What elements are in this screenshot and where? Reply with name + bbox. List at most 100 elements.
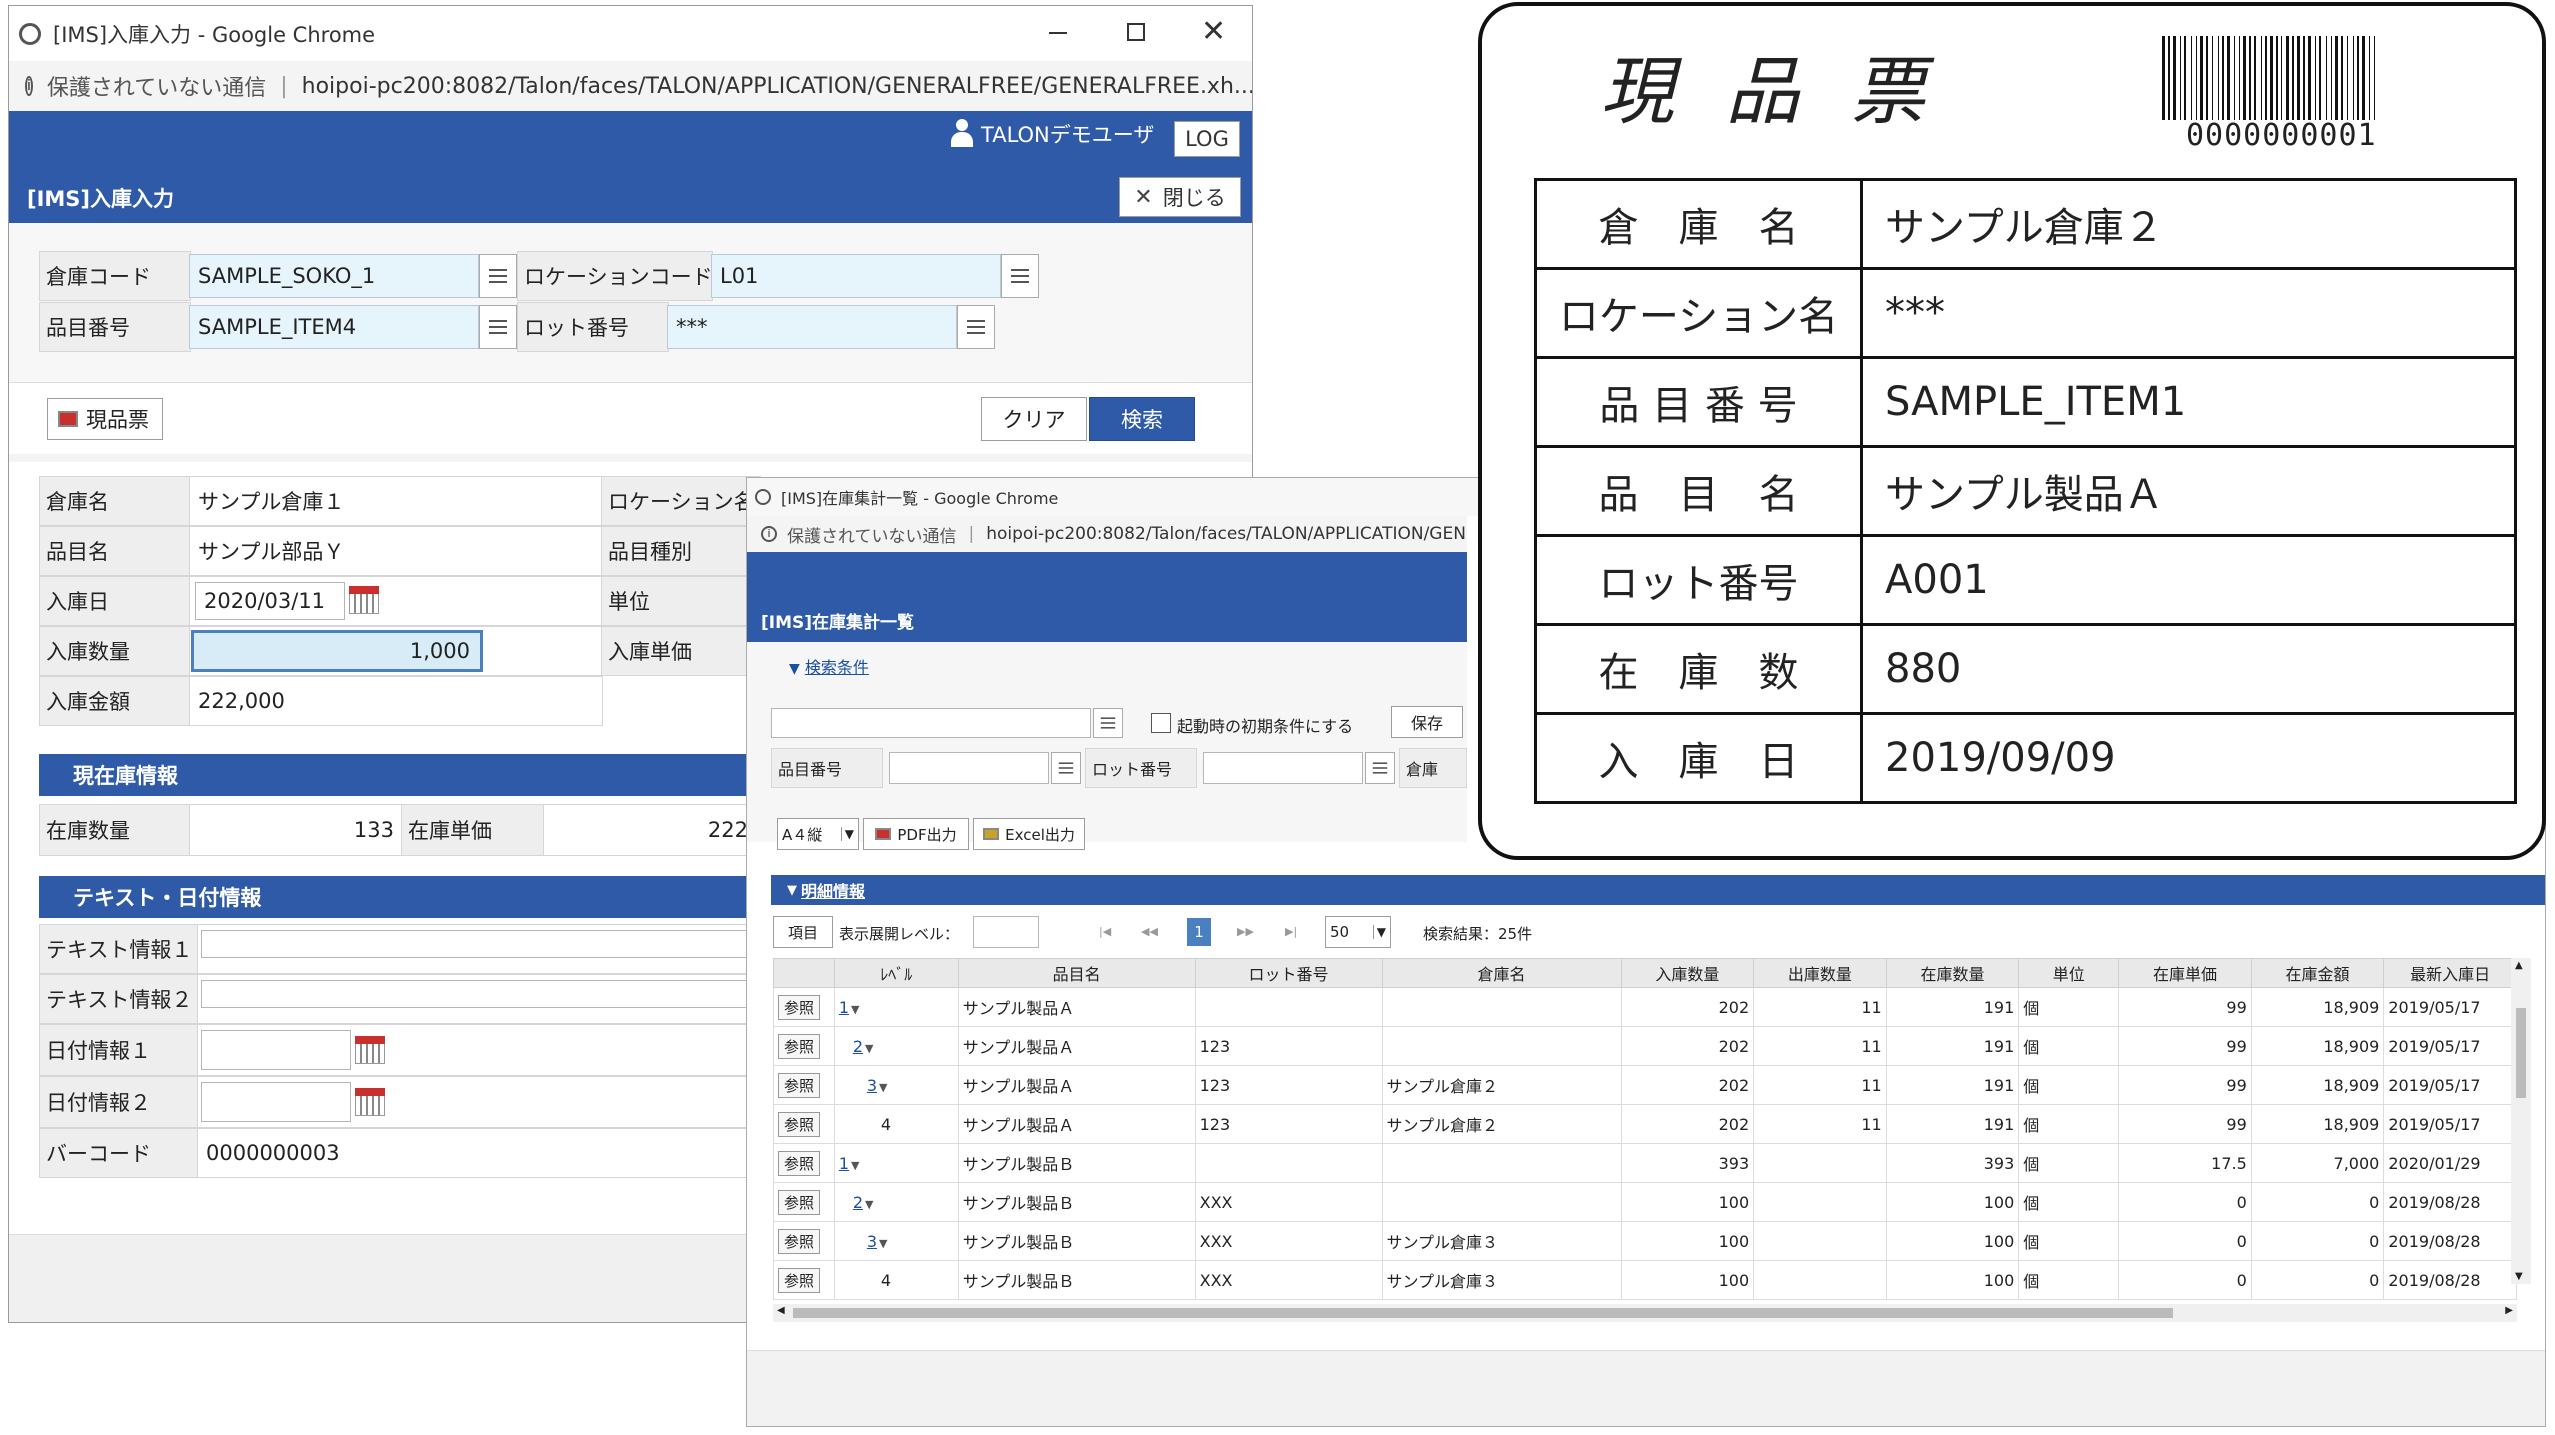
table-row[interactable]: 参照 3 ▼ サンプル製品Ａ 123 サンプル倉庫２ 202 11 191 個 99 18,909 20… — [773, 1065, 2517, 1105]
level-link[interactable]: 2 — [839, 1037, 863, 1056]
col-header[interactable]: 最新入庫日 — [2383, 958, 2517, 988]
col-header[interactable]: 単位 — [2018, 958, 2120, 988]
condition-name-input[interactable] — [771, 708, 1091, 738]
unit-cell: 個 — [2018, 1221, 2120, 1261]
scroll-up-icon[interactable]: ▲ — [2515, 960, 2523, 971]
scroll-left-icon[interactable]: ◀ — [777, 1305, 785, 1316]
search-button[interactable]: 検索 — [1089, 397, 1195, 441]
titlebar: [IMS]入庫入力 - Google Chrome ✕ — [9, 6, 1252, 61]
expand-arrow-icon[interactable]: ▼ — [879, 1081, 887, 1094]
condition-lookup-button[interactable] — [1093, 708, 1123, 738]
ref-button[interactable]: 参照 — [778, 1111, 821, 1137]
expand-arrow-icon[interactable]: ▼ — [879, 1237, 887, 1250]
lot-no-lookup-button[interactable] — [1365, 752, 1395, 784]
table-row[interactable]: 参照 2 ▼ サンプル製品Ｂ XXX 100 100 個 0 0 2019/08/28 — [773, 1182, 2517, 1222]
calendar-icon[interactable] — [355, 1088, 385, 1116]
lot-no-cell: XXX — [1194, 1221, 1383, 1261]
table-row[interactable]: 参照 4 サンプル製品Ａ 123 サンプル倉庫２ 202 11 191 個 99 18,909 201… — [773, 1104, 2517, 1144]
scroll-thumb[interactable] — [2516, 1008, 2526, 1098]
maximize-icon[interactable] — [1127, 23, 1145, 41]
list-icon — [489, 269, 507, 283]
scroll-down-icon[interactable]: ▼ — [2515, 1271, 2523, 1282]
date2-input[interactable] — [201, 1082, 351, 1122]
expand-arrow-icon[interactable]: ▼ — [865, 1042, 873, 1055]
level-link[interactable]: 1 — [839, 998, 849, 1017]
col-header[interactable]: 在庫金額 — [2250, 958, 2385, 988]
expand-arrow-icon[interactable]: ▼ — [865, 1198, 873, 1211]
address-bar[interactable]: i 保護されていない通信 | hoipoi-pc200:8082/Talon/f… — [747, 516, 1467, 553]
detail-section-header[interactable]: ▼ 明細情報 — [771, 875, 2545, 905]
address-bar[interactable]: i 保護されていない通信 | hoipoi-pc200:8082/Talon/f… — [9, 61, 1252, 112]
col-header[interactable]: 倉庫名 — [1381, 958, 1622, 988]
excel-output-button[interactable]: Excel出力 — [973, 818, 1085, 850]
col-header[interactable]: 在庫数量 — [1885, 958, 2020, 988]
ref-button[interactable]: 参照 — [778, 1072, 821, 1098]
table-row[interactable]: 参照 1 ▼ サンプル製品Ｂ 393 393 個 17.5 7,000 2020/01/29 — [773, 1143, 2517, 1183]
level-link[interactable]: 2 — [839, 1193, 863, 1212]
expand-arrow-icon[interactable]: ▼ — [851, 1003, 859, 1016]
date1-input[interactable] — [201, 1030, 351, 1070]
table-row[interactable]: 参照 1 ▼ サンプル製品Ａ 202 11 191 個 99 18,909 2019/05/17 — [773, 987, 2517, 1027]
lot-no-lookup-button[interactable] — [957, 305, 995, 349]
startup-checkbox[interactable] — [1151, 713, 1171, 733]
pager-last-button[interactable]: ▶| — [1285, 925, 1297, 938]
items-button[interactable]: 項目 — [773, 916, 833, 948]
col-header[interactable]: 品目名 — [957, 958, 1196, 988]
log-button[interactable]: LOG — [1174, 121, 1240, 157]
item-no-input[interactable] — [889, 752, 1049, 784]
ref-button[interactable]: 参照 — [778, 1150, 821, 1176]
pdf-output-button[interactable]: PDF出力 — [863, 818, 969, 850]
ref-button[interactable]: 参照 — [778, 994, 821, 1020]
col-header[interactable]: 入庫数量 — [1620, 958, 1755, 988]
calendar-icon[interactable] — [355, 1036, 385, 1064]
location-code-input[interactable]: L01 — [711, 254, 1001, 298]
calendar-icon[interactable] — [349, 586, 379, 614]
page-size-select[interactable]: 50 ▼ — [1325, 916, 1391, 948]
ref-button[interactable]: 参照 — [778, 1033, 821, 1059]
save-button[interactable]: 保存 — [1391, 706, 1463, 738]
ref-button[interactable]: 参照 — [778, 1267, 821, 1293]
ref-button[interactable]: 参照 — [778, 1228, 821, 1254]
barcode-bar — [2270, 36, 2273, 120]
close-window-icon[interactable]: ✕ — [1201, 14, 1226, 49]
lot-no-input[interactable] — [1203, 752, 1363, 784]
expand-level-input[interactable] — [973, 916, 1039, 948]
table-row[interactable]: 参照 2 ▼ サンプル製品Ａ 123 202 11 191 個 99 18,909 2019/05/1… — [773, 1026, 2517, 1066]
search-cond-toggle[interactable]: ▼ 検索条件 — [789, 654, 869, 678]
lot-no-cell: 123 — [1194, 1026, 1383, 1066]
item-no-lookup-button[interactable] — [479, 305, 517, 349]
clear-button[interactable]: クリア — [981, 397, 1087, 441]
item-no-lookup-button[interactable] — [1051, 752, 1081, 784]
ref-button[interactable]: 参照 — [778, 1189, 821, 1215]
scroll-right-icon[interactable]: ▶ — [2505, 1305, 2513, 1316]
level-link[interactable]: 3 — [839, 1076, 877, 1095]
col-header[interactable]: 在庫単価 — [2118, 958, 2252, 988]
expand-arrow-icon[interactable]: ▼ — [851, 1159, 859, 1172]
level-link[interactable]: 1 — [839, 1154, 849, 1173]
lot-no-input[interactable]: *** — [667, 305, 957, 349]
table-row[interactable]: 参照 4 サンプル製品Ｂ XXX サンプル倉庫３ 100 100 個 0 0 2019/08/28 — [773, 1260, 2517, 1300]
table-row[interactable]: 参照 3 ▼ サンプル製品Ｂ XXX サンプル倉庫３ 100 100 個 0 0 2019/08/28 — [773, 1221, 2517, 1261]
paper-size-select[interactable]: A４縦 ▼ — [777, 818, 859, 850]
warehouse-code-lookup-button[interactable] — [479, 254, 517, 298]
slip-button[interactable]: 現品票 — [47, 398, 163, 440]
location-code-lookup-button[interactable] — [1001, 254, 1039, 298]
pager-next-button[interactable]: ▶▶ — [1237, 925, 1254, 938]
level-link[interactable]: 3 — [839, 1232, 877, 1251]
vertical-scrollbar[interactable]: ▲ ▼ — [2511, 958, 2531, 1284]
pager-current-page[interactable]: 1 — [1187, 918, 1211, 946]
slip-table-body: 倉 庫 名サンプル倉庫２ ロケーション名 *** 品 目 番 号 SAMPLE_ITEM… — [1534, 178, 2517, 804]
item-no-input[interactable]: SAMPLE_ITEM4 — [189, 305, 479, 349]
scroll-thumb[interactable] — [793, 1308, 2173, 1318]
minimize-icon[interactable] — [1049, 32, 1067, 34]
in-qty-input[interactable]: 1,000 — [191, 630, 483, 672]
col-header[interactable]: ﾚﾍﾞﾙ — [833, 958, 959, 988]
col-header[interactable]: ロット番号 — [1194, 958, 1383, 988]
in-date-input[interactable]: 2020/03/11 — [195, 582, 345, 620]
col-header[interactable]: 出庫数量 — [1753, 958, 1887, 988]
close-page-button[interactable]: ✕ 閉じる — [1119, 177, 1241, 217]
pager-prev-button[interactable]: ◀◀ — [1141, 925, 1158, 938]
warehouse-code-input[interactable]: SAMPLE_SOKO_1 — [189, 254, 479, 298]
horizontal-scrollbar[interactable]: ◀ ▶ — [773, 1304, 2517, 1322]
pager-first-button[interactable]: |◀ — [1099, 925, 1111, 938]
